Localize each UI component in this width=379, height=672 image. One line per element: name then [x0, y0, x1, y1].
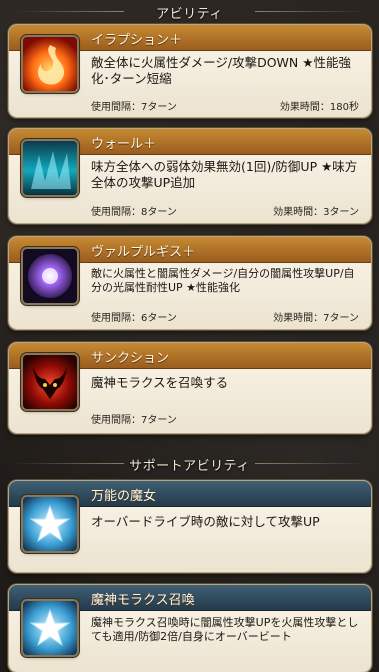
star-icon — [23, 601, 77, 655]
support-section-header: サポートアビリティ — [0, 452, 379, 476]
ability-card-walpurgis[interactable]: ヴァルプルギス＋ 敵に火属性と闇属性ダメージ/自分の闇属性攻撃UP/自分の光属性… — [9, 237, 371, 329]
ability-cooldown: 使用間隔：8ターン — [91, 207, 177, 218]
ability-description: 敵に火属性と闇属性ダメージ/自分の闇属性攻撃UP/自分の光属性耐性UP ★性能強… — [91, 267, 355, 294]
ability-duration: 効果時間：180秒 — [279, 102, 359, 113]
ability-cooldown: 使用間隔：6ターン — [91, 313, 177, 324]
ability-card-eruption[interactable]: イラプション＋ 敵全体に火属性ダメージ/攻撃DOWN ★性能強化･ターン短縮 使… — [9, 25, 371, 117]
support-name: 魔神モラクス召喚 — [91, 593, 195, 608]
support-description: オーバードライブ時の敵に対して攻撃UP — [91, 514, 320, 529]
star-icon — [23, 497, 77, 551]
water-wall-icon — [23, 141, 77, 195]
ability-card-wall[interactable]: ウォール＋ 味方全体への弱体効果無効(1回)/防御UP ★味方全体の攻撃UP追加… — [9, 129, 371, 223]
ability-name: イラプション＋ — [91, 33, 183, 48]
support-card-versatile-witch[interactable]: 万能の魔女 オーバードライブ時の敵に対して攻撃UP — [9, 481, 371, 572]
ability-name: ウォール＋ — [91, 137, 157, 152]
ability-cooldown: 使用間隔：7ターン — [91, 415, 177, 426]
support-name: 万能の魔女 — [91, 489, 157, 504]
ability-cooldown: 使用間隔：7ターン — [91, 102, 177, 113]
demon-icon — [23, 355, 77, 409]
ability-name: サンクション — [91, 351, 170, 366]
ability-duration: 効果時間：3ターン — [273, 207, 359, 218]
ability-description: 味方全体への弱体効果無効(1回)/防御UP ★味方全体の攻撃UP追加 — [91, 159, 358, 190]
ability-duration: 効果時間：7ターン — [273, 313, 359, 324]
ability-card-sanction[interactable]: サンクション 魔神モラクスを召喚する 使用間隔：7ターン — [9, 343, 371, 433]
dark-orb-icon — [23, 249, 77, 303]
support-description: 魔神モラクス召喚時に闇属性攻撃UPを火属性攻撃としても適用/防御2倍/自身にオー… — [91, 616, 359, 643]
ability-list-page: アビリティ イラプション＋ 敵全体に火属性ダメージ/攻撃DOWN ★性能強化･タ… — [0, 0, 379, 672]
support-section-label: サポートアビリティ — [129, 458, 250, 474]
ability-description: 魔神モラクスを召喚する — [91, 375, 229, 390]
ability-description: 敵全体に火属性ダメージ/攻撃DOWN ★性能強化･ターン短縮 — [91, 55, 351, 86]
abilities-section-label: アビリティ — [156, 6, 223, 22]
abilities-section-header: アビリティ — [0, 0, 379, 24]
ability-name: ヴァルプルギス＋ — [91, 245, 196, 260]
flame-icon — [23, 37, 77, 91]
support-card-summon-moloch[interactable]: 魔神モラクス召喚 魔神モラクス召喚時に闇属性攻撃UPを火属性攻撃としても適用/防… — [9, 585, 371, 672]
